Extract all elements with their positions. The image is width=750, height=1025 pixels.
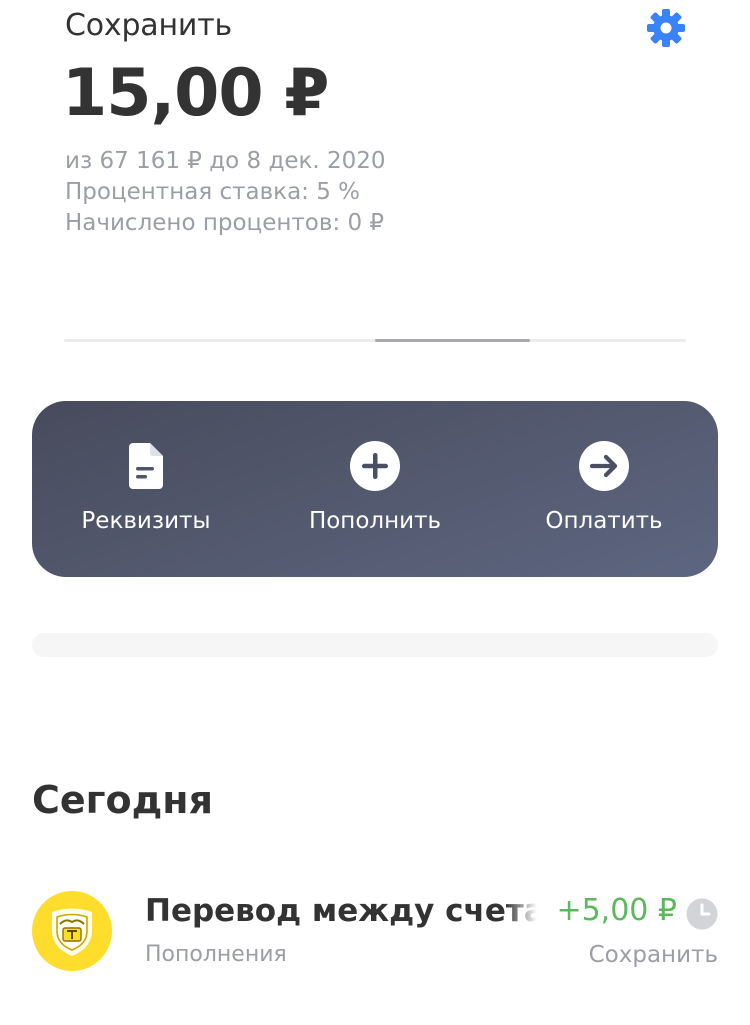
page-indicator-thumb[interactable] [375,339,530,342]
history-section-title: Сегодня [32,778,213,822]
operation-row[interactable]: Перевод между счетами Пополнения +5,00 ₽… [32,880,722,980]
interest-rate: Процентная ставка: 5 % [65,179,361,205]
top-up-label: Пополнить [308,508,442,534]
arrow-right-circle-icon [577,439,631,493]
operation-title: Перевод между счетами [145,893,537,929]
gear-icon [647,9,685,47]
clock-icon [686,898,718,930]
details-label: Реквизиты [81,508,211,534]
plus-circle-icon [348,439,402,493]
document-icon [119,439,173,493]
operation-account: Сохранить [588,942,718,968]
loading-placeholder [32,633,718,657]
actions-panel: Реквизиты Пополнить Оплатить [32,401,718,577]
pay-label: Оплатить [545,508,663,534]
pay-button[interactable]: Оплатить [504,401,704,577]
operation-amount: +5,00 ₽ [556,893,677,928]
goal-name: Сохранить [65,8,232,43]
settings-button[interactable] [640,2,692,54]
bank-logo-icon [32,891,112,971]
details-button[interactable]: Реквизиты [46,401,246,577]
operation-category: Пополнения [145,942,287,967]
top-up-button[interactable]: Пополнить [275,401,475,577]
accrued-interest: Начислено процентов: 0 ₽ [65,210,385,236]
account-balance: 15,00 ₽ [62,56,329,131]
goal-info: из 67 161 ₽ до 8 дек. 2020 [65,148,386,174]
